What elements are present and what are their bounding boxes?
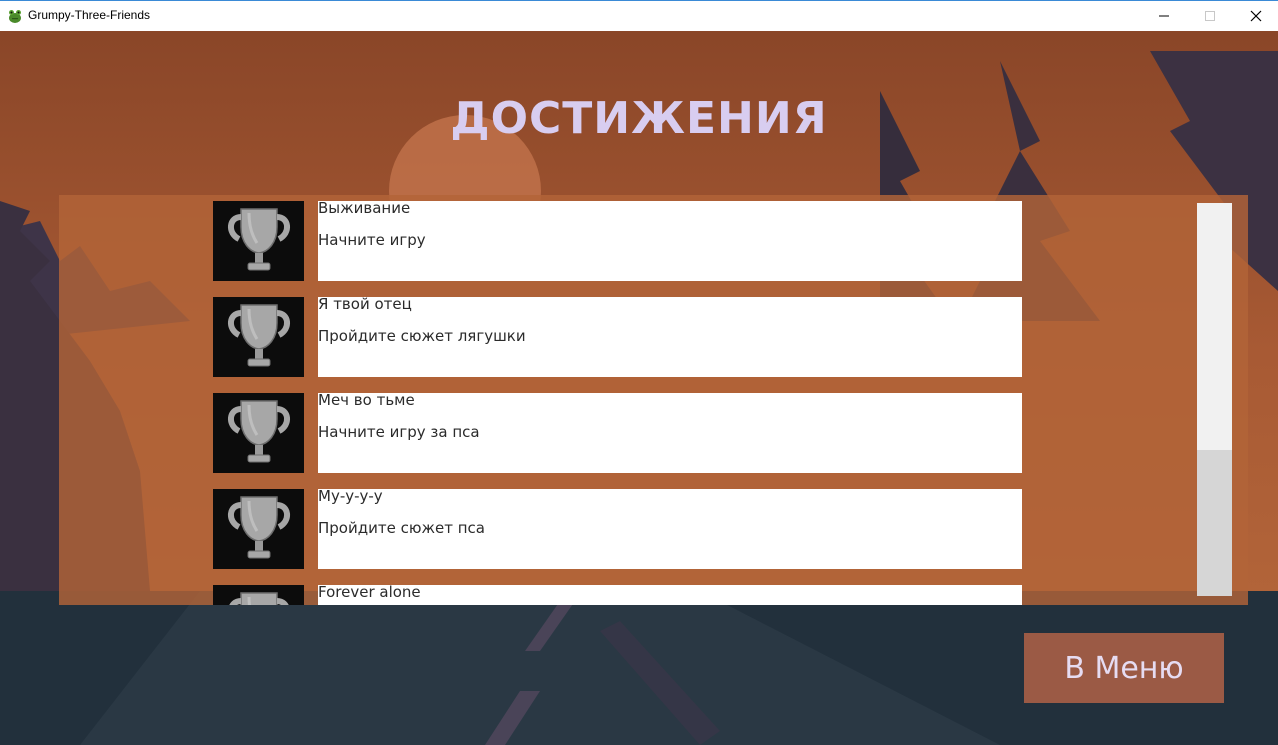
trophy-icon (213, 201, 304, 281)
achievements-panel[interactable]: Выживание Начните игру Я твой отец Пройд… (59, 195, 1248, 605)
minimize-icon (1159, 15, 1169, 17)
achievement-description: Пройдите сюжет пса (318, 519, 485, 537)
achievement-title: Я твой отец (318, 295, 412, 313)
achievement-title: Forever alone (318, 583, 421, 601)
trophy-icon (213, 393, 304, 473)
maximize-button[interactable] (1187, 1, 1233, 31)
minimize-button[interactable] (1141, 1, 1187, 31)
achievement-row: Forever alone (213, 585, 1023, 605)
trophy-icon (213, 585, 304, 605)
maximize-icon (1205, 11, 1215, 21)
achievement-description: Пройдите сюжет лягушки (318, 327, 526, 345)
achievements-screen: ДОСТИЖЕНИЯ Выживание Начните игру Я твой… (0, 31, 1278, 745)
achievements-scrollbar[interactable] (1197, 203, 1232, 596)
achievements-list[interactable]: Выживание Начните игру Я твой отец Пройд… (213, 201, 1023, 605)
close-button[interactable] (1233, 1, 1278, 31)
achievement-card: Forever alone (318, 585, 1022, 605)
frog-app-icon (7, 8, 23, 24)
achievement-row: Му-у-у-у Пройдите сюжет пса (213, 489, 1023, 569)
achievement-title: Выживание (318, 199, 411, 217)
achievement-card: Выживание Начните игру (318, 201, 1022, 281)
trophy-icon (213, 297, 304, 377)
achievement-card: Меч во тьме Начните игру за пса (318, 393, 1022, 473)
achievement-card: Я твой отец Пройдите сюжет лягушки (318, 297, 1022, 377)
trophy-icon (213, 489, 304, 569)
achievement-row: Меч во тьме Начните игру за пса (213, 393, 1023, 473)
achievement-title: Му-у-у-у (318, 487, 383, 505)
window-titlebar[interactable]: Grumpy-Three-Friends (0, 0, 1278, 31)
achievement-description: Начните игру (318, 231, 426, 249)
back-to-menu-button[interactable]: В Меню (1024, 633, 1224, 703)
window-title: Grumpy-Three-Friends (28, 8, 151, 22)
scrollbar-thumb[interactable] (1197, 450, 1232, 596)
achievement-title: Меч во тьме (318, 391, 415, 409)
close-icon (1250, 10, 1262, 22)
achievement-description: Начните игру за пса (318, 423, 480, 441)
achievements-heading: ДОСТИЖЕНИЯ (450, 93, 828, 144)
achievement-row: Выживание Начните игру (213, 201, 1023, 281)
achievement-row: Я твой отец Пройдите сюжет лягушки (213, 297, 1023, 377)
achievement-card: Му-у-у-у Пройдите сюжет пса (318, 489, 1022, 569)
